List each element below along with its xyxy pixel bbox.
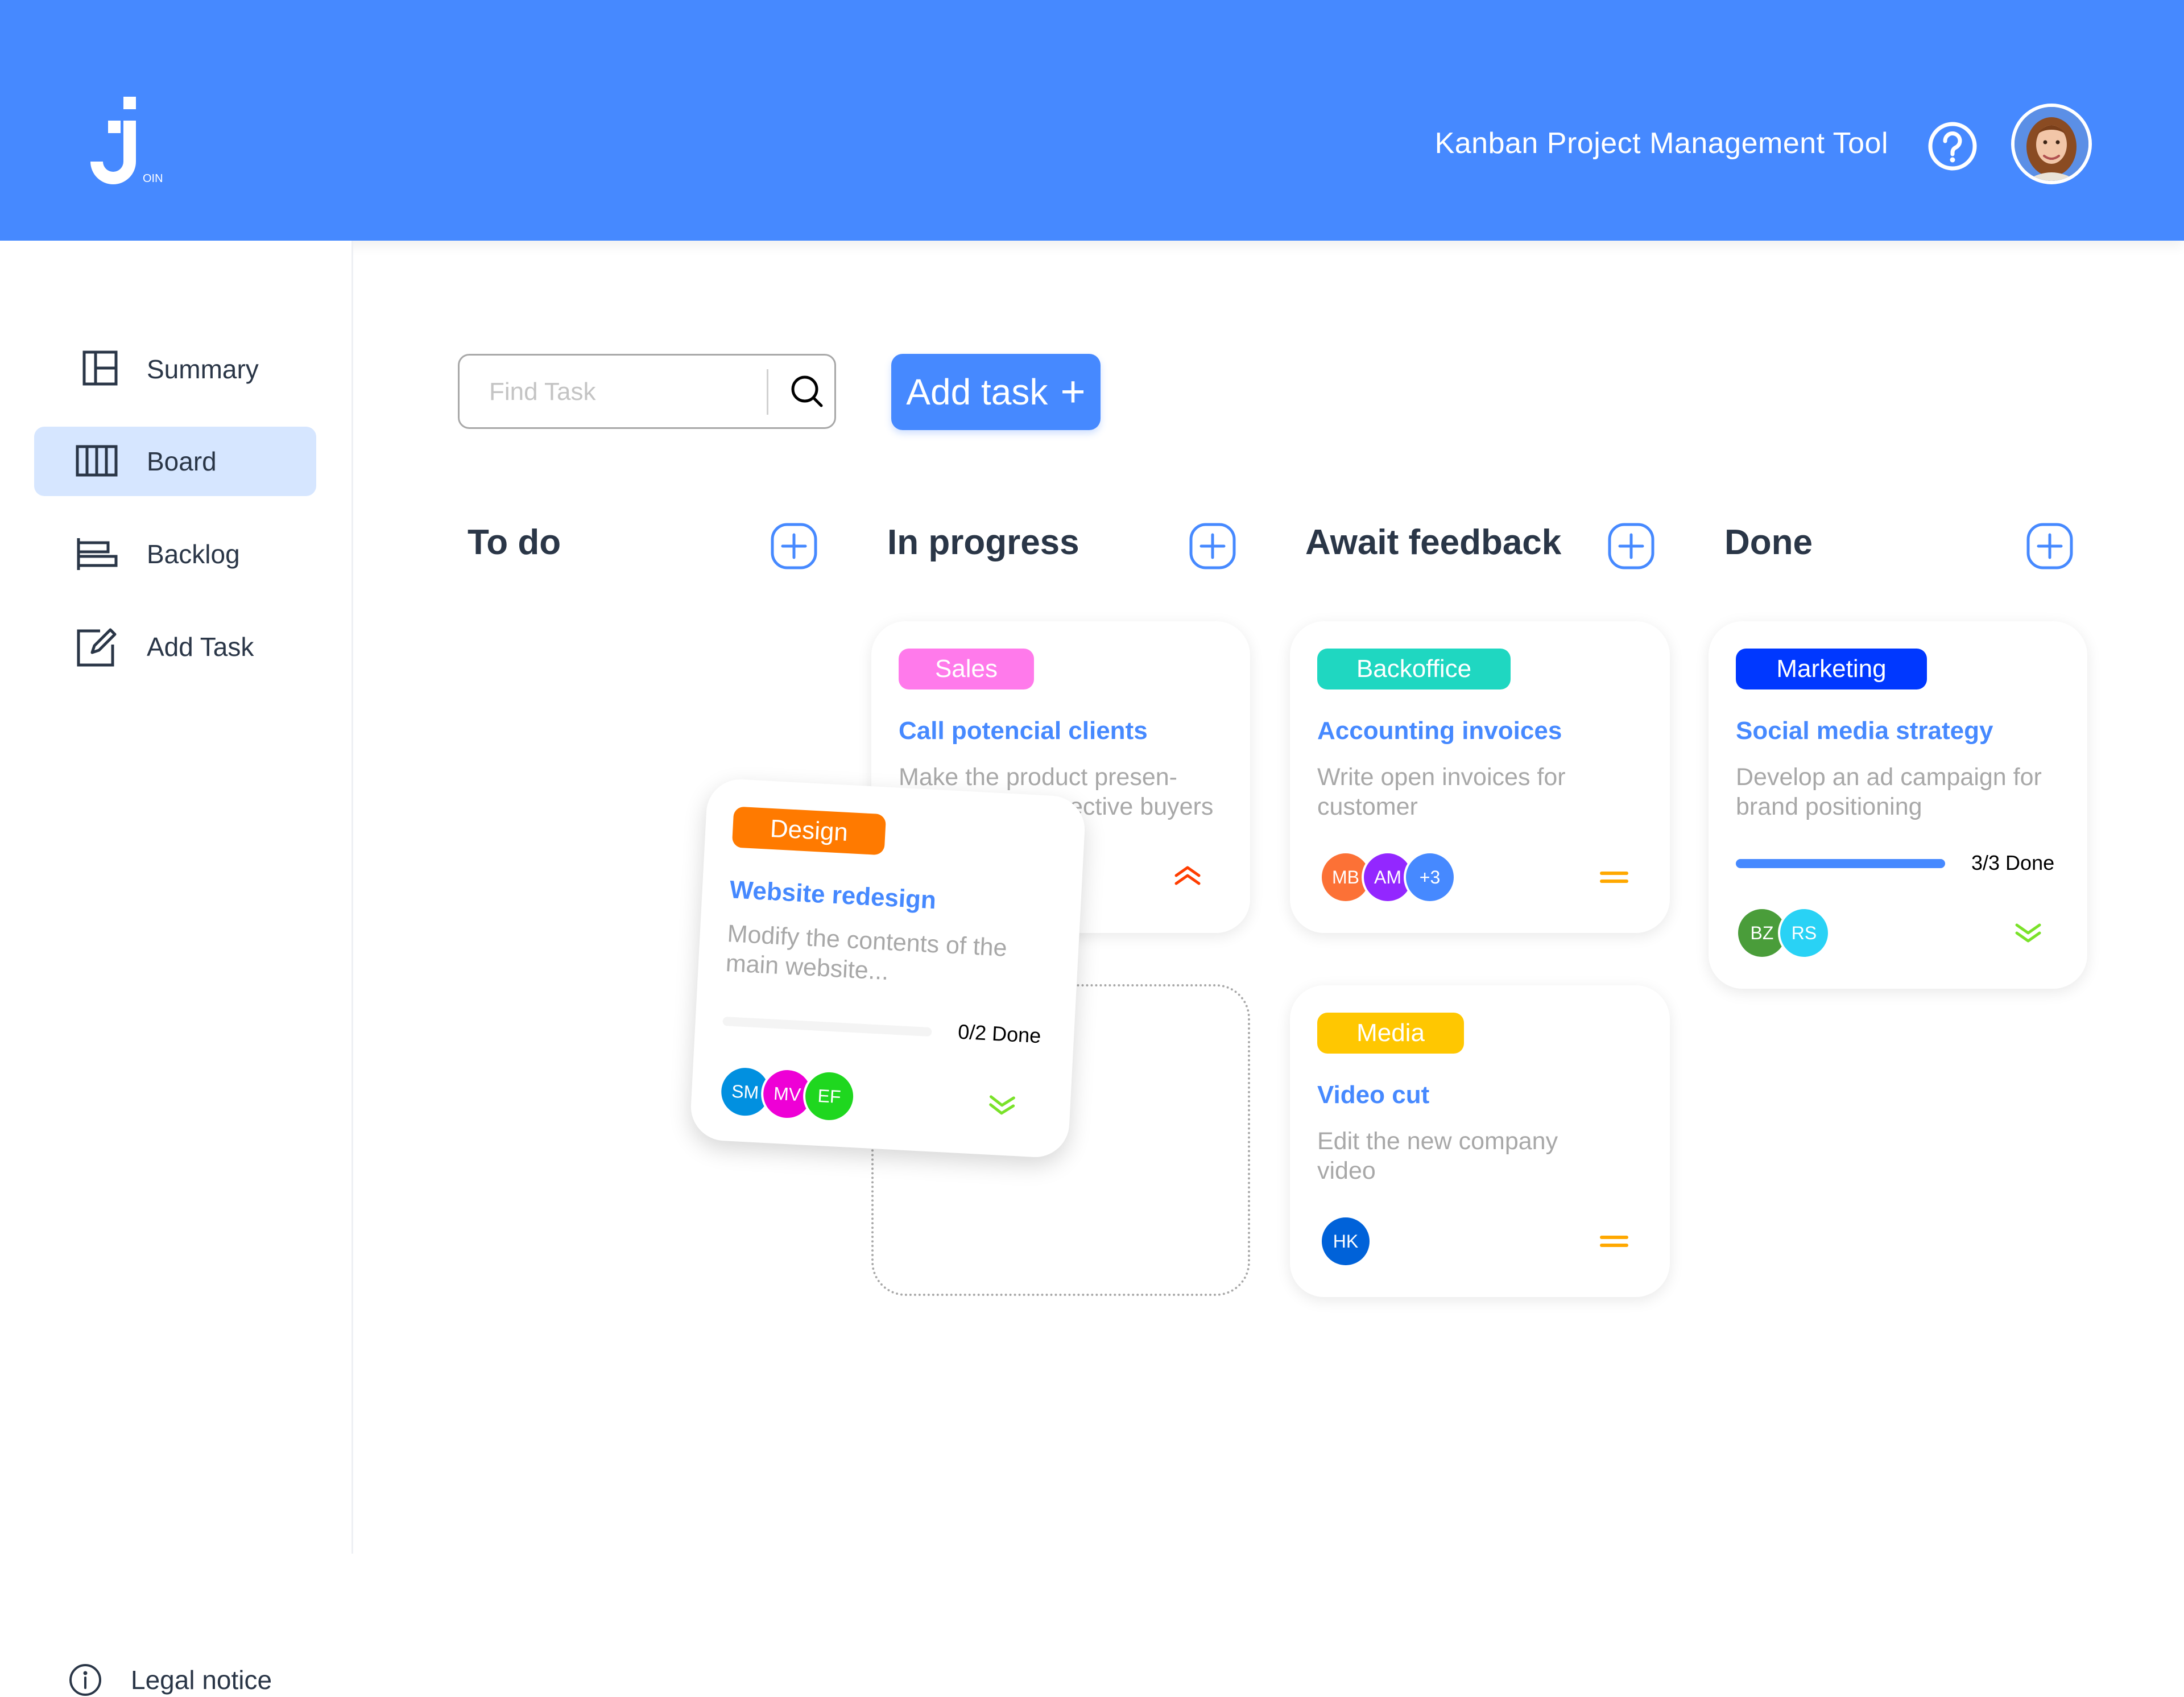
sidebar-item-label: Add Task — [147, 632, 254, 662]
task-title: Social media strategy — [1736, 717, 1993, 745]
user-profile-photo — [2015, 107, 2088, 181]
task-title: Accounting invoices — [1317, 717, 1562, 745]
add-to-column-icon[interactable] — [1607, 522, 1655, 570]
task-card-video-cut[interactable]: Media Video cut Edit the new company vid… — [1290, 985, 1670, 1297]
app-title: Kanban Project Management Tool — [1434, 127, 1888, 160]
help-circle-icon[interactable] — [1927, 121, 1978, 172]
sidebar-item-add-task[interactable]: Add Task — [34, 612, 316, 682]
join-logo-icon[interactable]: OIN — [88, 97, 168, 193]
task-category-tag: Marketing — [1736, 649, 1927, 689]
assignee-avatar: HK — [1320, 1215, 1372, 1267]
sidebar-item-backlog[interactable]: Backlog — [34, 519, 316, 589]
task-description: Develop an ad campaign for brand positio… — [1736, 763, 2042, 820]
backlog-icon — [77, 538, 118, 570]
board-icon — [76, 445, 118, 477]
task-description: Write open invoices for customer — [1317, 763, 1566, 820]
svg-text:OIN: OIN — [143, 172, 163, 185]
subtask-progress-bar — [1736, 859, 1945, 868]
priority-medium-icon — [1600, 872, 1628, 883]
task-description: Modify the contents of the main website.… — [725, 920, 1008, 986]
top-header: OIN Kanban Project Management Tool — [0, 0, 2184, 241]
add-to-column-icon[interactable] — [770, 522, 818, 570]
priority-urgent-icon — [1174, 866, 1201, 885]
sidebar-item-label: Summary — [147, 354, 259, 384]
sidebar: Summary Board Backlog Add Task Legal not… — [0, 241, 353, 1696]
plus-icon: + — [1060, 368, 1086, 416]
sidebar-item-board[interactable]: Board — [34, 427, 316, 496]
task-category-tag: Backoffice — [1317, 649, 1511, 689]
assignee-list: HK — [1320, 1215, 1372, 1267]
add-task-label: Add task — [906, 371, 1048, 412]
subtask-progress-text: 3/3 Done — [1971, 851, 2055, 874]
user-avatar[interactable] — [2011, 104, 2092, 184]
task-description: Edit the new company video — [1317, 1128, 1558, 1184]
subtask-progress-fill — [722, 1016, 723, 1026]
summary-icon — [82, 350, 118, 386]
add-task-button[interactable]: Add task + — [891, 354, 1101, 430]
info-icon — [69, 1664, 101, 1696]
subtask-progress-fill — [1736, 859, 1945, 868]
task-title: Website redesign — [729, 876, 937, 915]
task-card-website-redesign-dragging[interactable]: Design Website redesign Modify the conte… — [689, 778, 1087, 1159]
task-category-tag: Design — [731, 806, 887, 856]
assignee-list: BZ RS — [1736, 907, 1830, 959]
sidebar-item-label: Backlog — [147, 539, 240, 569]
column-title-todo: To do — [468, 523, 561, 562]
assignee-overflow-count: +3 — [1404, 851, 1456, 903]
assignee-avatar: RS — [1778, 907, 1830, 959]
sidebar-item-label: Board — [147, 447, 217, 476]
sidebar-item-summary[interactable]: Summary — [34, 335, 316, 404]
task-category-tag: Sales — [899, 649, 1034, 689]
edit-icon — [77, 628, 117, 667]
priority-low-icon — [989, 1095, 1015, 1115]
task-category-tag: Media — [1317, 1013, 1464, 1054]
task-title: Video cut — [1317, 1081, 1430, 1109]
legal-notice-link[interactable]: Legal notice — [68, 1663, 272, 1697]
add-to-column-icon[interactable] — [2026, 522, 2074, 570]
task-card-social-media[interactable]: Marketing Social media strategy Develop … — [1709, 621, 2087, 989]
legal-notice-label: Legal notice — [131, 1665, 272, 1695]
assignee-list: MB AM +3 — [1320, 851, 1456, 903]
column-title-await-feedback: Await feedback — [1305, 523, 1562, 562]
add-to-column-icon[interactable] — [1189, 522, 1236, 570]
subtask-progress-bar — [722, 1016, 932, 1037]
column-title-done: Done — [1724, 523, 1813, 562]
priority-medium-icon — [1600, 1236, 1628, 1247]
search-input[interactable] — [488, 373, 758, 411]
task-title: Call potencial clients — [899, 717, 1148, 745]
search-divider — [767, 369, 768, 415]
column-title-in-progress: In progress — [887, 523, 1079, 562]
assignee-avatar: EF — [801, 1068, 857, 1124]
subtask-progress-text: 0/2 Done — [957, 1019, 1042, 1048]
task-card-accounting-invoices[interactable]: Backoffice Accounting invoices Write ope… — [1290, 621, 1670, 933]
search-box — [458, 354, 836, 429]
search-icon[interactable] — [788, 373, 826, 410]
priority-low-icon — [2015, 923, 2041, 943]
assignee-list: SM MV EF — [717, 1064, 857, 1124]
